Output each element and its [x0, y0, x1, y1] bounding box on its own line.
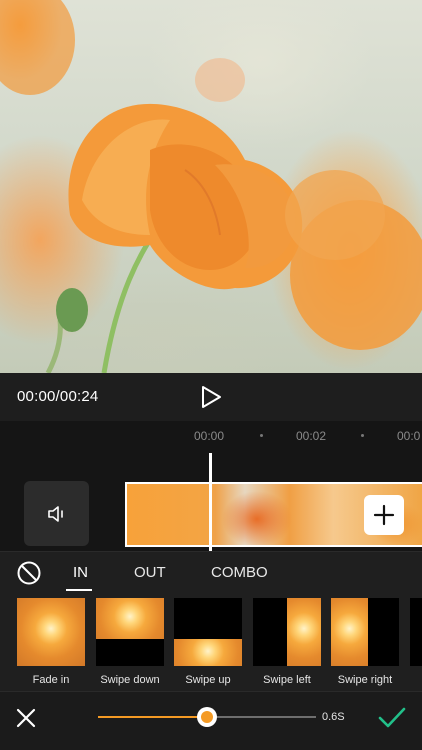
effect-swipe-right[interactable]: Swipe right: [331, 598, 399, 686]
effect-thumbnail: [17, 598, 85, 666]
add-clip-button[interactable]: [364, 495, 404, 535]
effect-thumbnail: [96, 598, 164, 666]
effect-swipe-up[interactable]: Swipe up: [174, 598, 242, 686]
checkmark-icon[interactable]: [378, 706, 406, 730]
transition-tabs: IN OUT COMBO: [0, 551, 422, 591]
effect-label: Swipe right: [337, 674, 393, 686]
effect-fade-in[interactable]: Fade in: [17, 598, 85, 686]
dandelion-image: [96, 598, 164, 639]
play-icon[interactable]: [198, 384, 224, 410]
dandelion-image: [331, 598, 368, 666]
effect-label: Swipe up: [185, 674, 231, 686]
effect-label: Swipe down: [100, 674, 160, 686]
duration-slider[interactable]: [98, 707, 316, 727]
speaker-icon: [48, 506, 63, 522]
time-display: 00:00/00:24: [17, 388, 99, 405]
playback-bar: 00:00/00:24: [0, 373, 422, 421]
effect-swipe-down[interactable]: Swipe down: [96, 598, 164, 686]
dandelion-image: [17, 598, 85, 666]
ruler-tick: 00:02: [296, 429, 327, 443]
effect-thumbnail: [253, 598, 321, 666]
dandelion-image: [287, 598, 321, 666]
effect-thumbnail: [410, 598, 422, 666]
time-ruler: 00:00 00:02 00:0: [0, 429, 422, 445]
ruler-dot: [260, 434, 263, 437]
effect-partial[interactable]: [410, 598, 422, 666]
flower-image: [0, 0, 422, 373]
close-icon[interactable]: [15, 707, 37, 729]
duration-value: 0.6S: [322, 711, 345, 723]
effect-swipe-left[interactable]: Swipe left: [253, 598, 321, 686]
tab-out[interactable]: OUT: [134, 564, 166, 581]
ruler-tick: 00:0: [397, 429, 421, 443]
plus-icon: [373, 504, 395, 526]
effect-label: Swipe left: [263, 674, 311, 686]
effect-thumbnail: [331, 598, 399, 666]
tab-in[interactable]: IN: [73, 564, 88, 581]
ruler-tick: 00:00: [194, 429, 225, 443]
audio-button[interactable]: [24, 481, 89, 546]
bottom-bar: 0.6S: [0, 691, 422, 750]
ruler-dot: [361, 434, 364, 437]
effect-list: Fade in Swipe down Swipe up Swipe left S…: [0, 591, 422, 691]
effect-thumbnail: [174, 598, 242, 666]
slider-fill: [98, 716, 207, 718]
no-effect-icon[interactable]: [16, 560, 42, 586]
effect-label: Fade in: [32, 674, 70, 686]
dandelion-image: [174, 639, 242, 666]
slider-thumb[interactable]: [197, 707, 217, 727]
playhead[interactable]: [209, 453, 212, 551]
video-preview[interactable]: [0, 0, 422, 373]
tab-combo[interactable]: COMBO: [211, 564, 268, 581]
timeline[interactable]: 00:00 00:02 00:0: [0, 421, 422, 551]
